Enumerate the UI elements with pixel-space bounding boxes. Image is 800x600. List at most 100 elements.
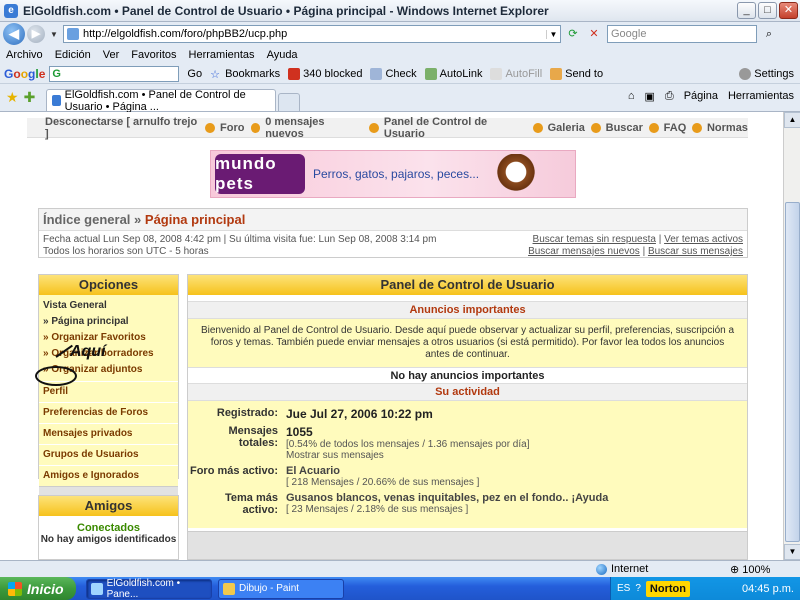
- nav-ucp[interactable]: Panel de Control de Usuario: [384, 116, 527, 140]
- refresh-icon[interactable]: ⟳: [564, 25, 582, 43]
- taskbar-item-ie[interactable]: ElGoldfish.com • Pane...: [86, 578, 212, 600]
- forum-navbar: Desconectarse [ arnulfo trejo ] Foro 0 m…: [27, 116, 748, 140]
- autofill-icon: [490, 67, 503, 80]
- bookmarks-button[interactable]: ☆ Bookmarks: [210, 68, 280, 81]
- annotation-circle: [35, 366, 77, 386]
- breadcrumb-box: Índice general » Página principal Fecha …: [38, 208, 748, 258]
- overview-link[interactable]: Vista General: [39, 295, 178, 314]
- link-new-posts[interactable]: Buscar mensajes nuevos: [528, 246, 640, 257]
- main-panel-footer: [188, 531, 747, 559]
- new-tab-button[interactable]: [278, 93, 301, 111]
- autofill-button[interactable]: AutoFill: [490, 67, 542, 80]
- show-posts-link[interactable]: Mostrar sus mensajes: [286, 450, 529, 461]
- tools-menu[interactable]: Herramientas: [728, 90, 794, 103]
- menu-herramientas[interactable]: Herramientas: [189, 49, 255, 61]
- tab-elgoldfish[interactable]: ElGoldfish.com • Panel de Control de Usu…: [46, 89, 277, 113]
- section-forum-prefs[interactable]: Preferencias de Foros: [39, 402, 178, 423]
- taskbar-item-paint[interactable]: Dibujo - Paint: [218, 578, 344, 599]
- search-icon[interactable]: ⌕: [760, 25, 778, 43]
- active-forum-link[interactable]: El Acuario: [286, 465, 479, 477]
- search-input[interactable]: Google: [607, 25, 757, 43]
- norton-button[interactable]: Norton: [645, 580, 690, 597]
- nav-logout[interactable]: Desconectarse [ arnulfo trejo ]: [45, 116, 199, 140]
- forward-button[interactable]: ▶: [27, 25, 45, 43]
- banner-tagline: Perros, gatos, pajaros, peces...: [313, 167, 480, 181]
- address-dropdown-icon[interactable]: ▼: [546, 29, 560, 39]
- feeds-icon[interactable]: ▣: [644, 90, 654, 103]
- home-icon[interactable]: ⌂: [628, 90, 635, 103]
- breadcrumb-index[interactable]: Índice general: [43, 212, 130, 227]
- clock[interactable]: 04:45 p.m.: [742, 583, 794, 595]
- help-icon[interactable]: ?: [635, 583, 641, 594]
- nav-rules[interactable]: Normas: [707, 122, 748, 134]
- page-content: Desconectarse [ arnulfo trejo ] Foro 0 m…: [0, 112, 783, 560]
- bullet-icon: [590, 122, 601, 133]
- google-toolbar: Google G Go ☆ Bookmarks 340 blocked Check…: [0, 64, 800, 84]
- google-go-button[interactable]: Go: [187, 68, 202, 80]
- scroll-thumb[interactable]: [785, 202, 800, 542]
- breadcrumb: Índice general » Página principal: [39, 209, 747, 231]
- active-topic-stats: [ 23 Mensajes / 2.18% de sus mensajes ]: [286, 504, 469, 515]
- nav-gallery[interactable]: Galeria: [548, 122, 585, 134]
- vertical-scrollbar[interactable]: ▲ ▼: [783, 112, 800, 560]
- section-user-groups[interactable]: Grupos de Usuarios: [39, 444, 178, 465]
- autolink-button[interactable]: AutoLink: [424, 67, 482, 80]
- nav-faq[interactable]: FAQ: [664, 122, 687, 134]
- address-bar[interactable]: http://elgoldfish.com/foro/phpBB2/ucp.ph…: [63, 25, 561, 43]
- minimize-button[interactable]: _: [737, 2, 756, 19]
- maximize-button[interactable]: □: [758, 2, 777, 19]
- registered-date: Jue Jul 27, 2006 10:22 pm: [286, 407, 433, 421]
- active-forum-stats: [ 218 Mensajes / 20.66% de sus mensajes …: [286, 477, 480, 488]
- address-url[interactable]: http://elgoldfish.com/foro/phpBB2/ucp.ph…: [83, 28, 546, 40]
- bullet-icon: [648, 122, 659, 133]
- menu-favoritos[interactable]: Favoritos: [131, 49, 176, 61]
- menu-bar: Archivo Edición Ver Favoritos Herramient…: [0, 46, 800, 64]
- nav-forum[interactable]: Foro: [220, 122, 244, 134]
- active-topic-label: Tema más activo:: [225, 492, 278, 516]
- menu-archivo[interactable]: Archivo: [6, 49, 43, 61]
- menu-ayuda[interactable]: Ayuda: [267, 49, 298, 61]
- friends-panel: Amigos Conectados No hay amigos identifi…: [38, 495, 179, 560]
- announcements-heading: Anuncios importantes: [188, 301, 747, 319]
- security-zone[interactable]: Internet: [596, 563, 648, 575]
- start-button[interactable]: Inicio: [0, 577, 76, 600]
- add-favorite-icon[interactable]: ✚: [24, 89, 36, 106]
- active-forum-label: Foro más activo:: [189, 465, 278, 477]
- nav-search[interactable]: Buscar: [606, 122, 643, 134]
- tab-row: ★ ✚ ElGoldfish.com • Panel de Control de…: [0, 84, 800, 113]
- back-button[interactable]: ◀: [3, 23, 25, 45]
- bullet-icon: [205, 122, 216, 133]
- send-to-button[interactable]: Send to: [550, 67, 603, 80]
- section-friends-foes[interactable]: Amigos e Ignorados: [39, 465, 178, 486]
- print-icon[interactable]: ⎙: [665, 90, 674, 103]
- stop-icon[interactable]: ✕: [585, 25, 603, 43]
- option-main-page[interactable]: » Página principal: [39, 314, 178, 330]
- scroll-down-icon[interactable]: ▼: [784, 544, 800, 560]
- link-my-posts[interactable]: Buscar sus mensajes: [648, 246, 743, 257]
- bullet-icon: [369, 122, 379, 133]
- window-title: ElGoldfish.com • Panel de Control de Usu…: [23, 3, 549, 18]
- scroll-up-icon[interactable]: ▲: [784, 112, 800, 128]
- page-menu[interactable]: Página: [684, 90, 718, 103]
- bullet-icon: [532, 122, 543, 133]
- settings-button[interactable]: Settings: [739, 67, 794, 80]
- menu-ver[interactable]: Ver: [103, 49, 120, 61]
- breadcrumb-current[interactable]: Página principal: [145, 212, 245, 227]
- option-bookmarks[interactable]: » Organizar Favoritos: [39, 330, 178, 346]
- close-button[interactable]: ✕: [779, 2, 798, 19]
- zoom-level[interactable]: ⊕ 100%: [730, 563, 770, 576]
- favorites-star-icon[interactable]: ★: [6, 89, 19, 106]
- nav-messages[interactable]: 0 mensajes nuevos: [265, 116, 363, 140]
- spell-check-button[interactable]: Check: [370, 67, 417, 80]
- history-dropdown-icon[interactable]: ▼: [50, 30, 60, 39]
- menu-edicion[interactable]: Edición: [55, 49, 91, 61]
- active-topic-link[interactable]: Gusanos blancos, venas inquitables, pez …: [286, 492, 608, 504]
- welcome-text: Bienvenido al Panel de Control de Usuari…: [188, 319, 747, 367]
- google-search-input[interactable]: G: [49, 65, 180, 82]
- ad-banner[interactable]: mundo pets Perros, gatos, pajaros, peces…: [210, 150, 576, 198]
- popup-blocked-button[interactable]: 340 blocked: [288, 67, 362, 80]
- link-active-topics[interactable]: Ver temas activos: [664, 234, 743, 245]
- section-private-messages[interactable]: Mensajes privados: [39, 423, 178, 444]
- link-unanswered[interactable]: Buscar temas sin respuesta: [533, 234, 656, 245]
- language-indicator[interactable]: ES: [617, 583, 630, 594]
